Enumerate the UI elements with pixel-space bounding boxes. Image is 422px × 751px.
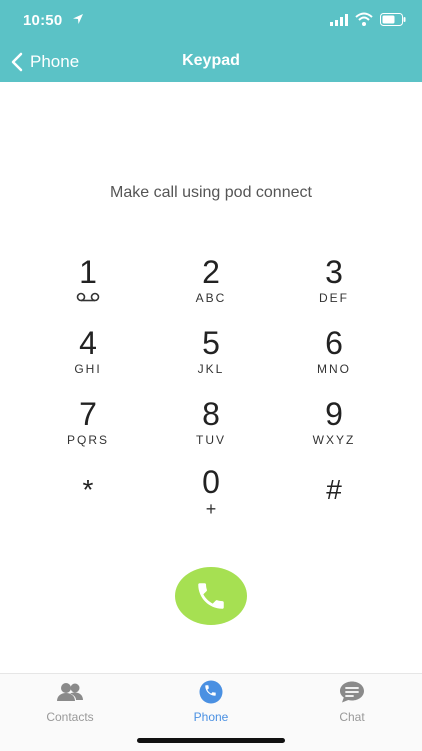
status-bar: 10:50: [0, 0, 422, 40]
cellular-signal-icon: [330, 14, 348, 26]
tab-chat[interactable]: Chat: [282, 680, 422, 724]
call-button[interactable]: [175, 567, 247, 625]
key-digit: 2: [202, 254, 220, 290]
tab-label: Contacts: [46, 710, 94, 724]
key-9[interactable]: 9 WXYZ: [289, 396, 379, 456]
status-time: 10:50: [23, 12, 63, 29]
key-digit: 6: [325, 325, 343, 361]
tab-label: Phone: [193, 710, 229, 724]
key-letters: WXYZ: [312, 433, 356, 447]
contacts-icon: [57, 683, 83, 701]
voicemail-icon: [76, 292, 100, 302]
key-letters: GHI: [74, 362, 102, 376]
key-star[interactable]: *: [43, 472, 133, 532]
tab-phone[interactable]: Phone: [141, 680, 281, 724]
key-5[interactable]: 5 JKL: [166, 325, 256, 385]
nav-header: 10:50 Phone Keypad: [0, 0, 422, 82]
tab-contacts[interactable]: Contacts: [0, 680, 140, 724]
key-hash[interactable]: #: [289, 472, 379, 532]
key-letters: ABC: [195, 291, 227, 305]
key-letters: JKL: [197, 362, 225, 376]
key-digit: 1: [79, 254, 97, 290]
key-digit: #: [326, 474, 342, 505]
key-digit: 3: [325, 254, 343, 290]
back-button[interactable]: Phone: [10, 50, 79, 74]
key-letters: DEF: [319, 291, 349, 305]
key-digit: 0: [202, 464, 220, 500]
key-3[interactable]: 3 DEF: [289, 254, 379, 314]
key-digit: 9: [325, 396, 343, 432]
key-2[interactable]: 2 ABC: [166, 254, 256, 314]
key-digit: 4: [79, 325, 97, 361]
key-letters: PQRS: [66, 433, 109, 447]
key-digit: 5: [202, 325, 220, 361]
chat-icon: [340, 681, 364, 703]
wifi-icon: [355, 12, 373, 26]
location-arrow-icon: [73, 14, 83, 24]
key-8[interactable]: 8 TUV: [166, 396, 256, 456]
chevron-left-icon: [11, 52, 23, 72]
tab-label: Chat: [339, 710, 365, 724]
back-label: Phone: [30, 52, 80, 71]
key-1[interactable]: 1: [43, 254, 133, 314]
phone-icon: [198, 583, 224, 609]
key-letters: MNO: [317, 362, 351, 376]
key-letters: TUV: [196, 433, 226, 447]
keypad-prompt: Make call using pod connect: [110, 184, 312, 201]
key-6[interactable]: 6 MNO: [289, 325, 379, 385]
home-indicator: [137, 738, 285, 743]
key-digit: *: [82, 474, 94, 505]
battery-icon: [380, 13, 406, 26]
phone-icon: [199, 680, 223, 704]
key-digit: 8: [202, 396, 220, 432]
key-7[interactable]: 7 PQRS: [43, 396, 133, 456]
key-digit: 7: [79, 396, 97, 432]
key-0[interactable]: 0 +: [166, 464, 256, 524]
key-4[interactable]: 4 GHI: [43, 325, 133, 385]
key-letters: +: [205, 499, 217, 519]
